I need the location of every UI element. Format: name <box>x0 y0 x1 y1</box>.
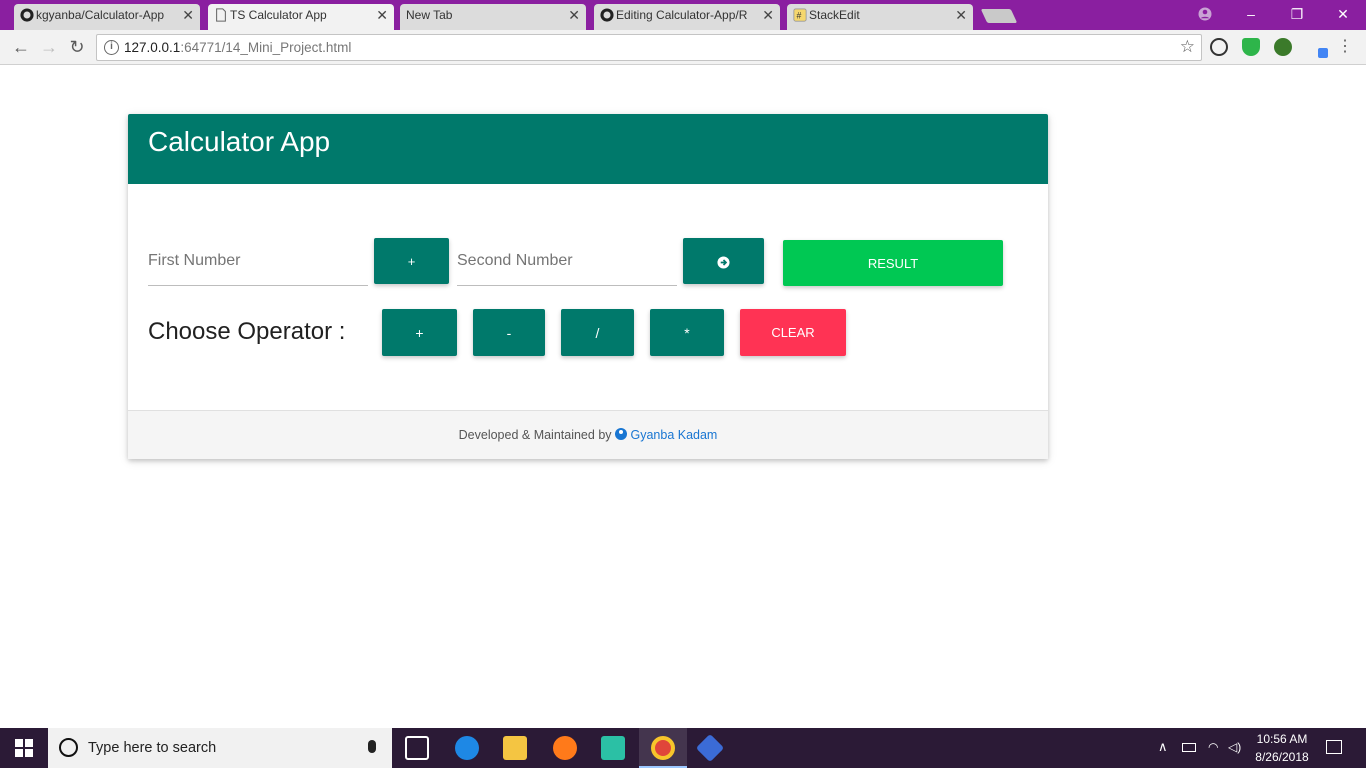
info-icon[interactable]: i <box>104 40 119 55</box>
windows-taskbar: Type here to search ∧ ◠ ◁) 10:56 AM 8/26… <box>0 728 1366 768</box>
selected-operator-button[interactable]: + <box>374 238 449 284</box>
forward-icon[interactable]: → <box>38 36 60 58</box>
tab-title: TS Calculator App <box>230 8 327 22</box>
operator-multiply-button[interactable]: * <box>650 309 724 356</box>
choose-operator-label: Choose Operator : <box>148 318 346 345</box>
app-diamond-icon[interactable] <box>695 733 725 763</box>
new-tab-button[interactable] <box>980 9 1018 23</box>
back-icon[interactable]: ← <box>10 36 32 58</box>
close-window-icon[interactable]: ✕ <box>1320 0 1366 30</box>
url-host: 127.0.0.1 <box>124 40 181 55</box>
address-bar[interactable]: i 127.0.0.1:64771/14_Mini_Project.html ☆ <box>96 34 1202 61</box>
wifi-icon[interactable]: ◠ <box>1208 740 1218 754</box>
windows-logo-icon <box>15 739 33 757</box>
tab-strip: kgyanba/Calculator-App ✕ TS Calculator A… <box>0 0 1366 30</box>
start-button[interactable] <box>0 728 48 768</box>
second-number-input[interactable] <box>457 246 677 276</box>
url-text[interactable]: 127.0.0.1:64771/14_Mini_Project.html <box>124 40 351 55</box>
tab-stackedit[interactable]: # StackEdit ✕ <box>787 4 973 30</box>
webstorm-icon[interactable] <box>601 736 625 760</box>
close-tab-icon[interactable]: ✕ <box>182 4 194 26</box>
taskbar-search-placeholder: Type here to search <box>88 740 217 756</box>
footer-text: Developed & Maintained by <box>458 428 612 442</box>
tab-title: StackEdit <box>809 8 860 22</box>
operator-plus-button[interactable]: + <box>382 309 457 356</box>
tray-chevron-icon[interactable]: ∧ <box>1158 739 1168 755</box>
file-explorer-icon[interactable] <box>503 736 527 760</box>
close-tab-icon[interactable]: ✕ <box>955 4 967 26</box>
bookmark-star-icon[interactable]: ☆ <box>1180 37 1195 57</box>
operator-minus-button[interactable]: - <box>473 309 545 356</box>
dropper-extension-icon[interactable] <box>1318 48 1328 58</box>
url-path: :64771/14_Mini_Project.html <box>180 40 352 55</box>
volume-icon[interactable]: ◁) <box>1228 740 1241 754</box>
extension-icon[interactable] <box>1210 38 1228 56</box>
tab-title: New Tab <box>406 8 453 22</box>
task-view-icon[interactable] <box>405 736 429 760</box>
app-title: Calculator App <box>148 126 331 157</box>
menu-dots-icon[interactable]: ⋮ <box>1334 36 1356 58</box>
first-number-field <box>148 238 368 286</box>
author-link[interactable]: Gyanba Kadam <box>630 428 717 442</box>
chrome-icon <box>651 736 675 760</box>
notification-icon[interactable] <box>1326 740 1342 754</box>
user-circle-icon <box>615 428 627 440</box>
document-icon <box>216 8 226 22</box>
github-icon <box>600 8 614 22</box>
clock[interactable]: 10:56 AM 8/26/2018 <box>1254 732 1310 764</box>
clock-date: 8/26/2018 <box>1255 750 1309 764</box>
tab-title: kgyanba/Calculator-App <box>36 8 165 22</box>
shield-icon[interactable] <box>1242 38 1260 56</box>
card-footer: Developed & Maintained by Gyanba Kadam <box>128 410 1048 459</box>
tab-kgyanba[interactable]: kgyanba/Calculator-App ✕ <box>14 4 200 30</box>
result-button[interactable]: RESULT <box>783 240 1003 286</box>
profile-icon[interactable] <box>1182 0 1228 30</box>
tab-editing-calculator[interactable]: Editing Calculator-App/R ✕ <box>594 4 780 30</box>
close-tab-icon[interactable]: ✕ <box>568 4 580 26</box>
stackedit-icon: # <box>793 8 807 22</box>
minimize-icon[interactable]: – <box>1228 0 1274 30</box>
edge-icon[interactable] <box>455 736 479 760</box>
battery-icon[interactable] <box>1182 743 1196 752</box>
close-tab-icon[interactable]: ✕ <box>376 4 388 26</box>
browser-toolbar: ← → ↻ i 127.0.0.1:64771/14_Mini_Project.… <box>0 30 1366 65</box>
microphone-icon[interactable] <box>368 740 376 753</box>
operator-divide-button[interactable]: / <box>561 309 634 356</box>
calculator-card: Calculator App + RESULT Choose Operator … <box>128 114 1048 459</box>
close-tab-icon[interactable]: ✕ <box>762 4 774 26</box>
clock-time: 10:56 AM <box>1256 732 1308 746</box>
reload-icon[interactable]: ↻ <box>66 36 88 58</box>
svg-text:#: # <box>797 11 802 21</box>
tab-title: Editing Calculator-App/R <box>616 8 748 22</box>
tab-new-tab[interactable]: New Tab ✕ <box>400 4 586 30</box>
second-number-field <box>457 238 677 286</box>
card-header: Calculator App <box>128 114 1048 184</box>
taskbar-search[interactable]: Type here to search <box>48 728 392 768</box>
github-icon <box>20 8 34 22</box>
restore-icon[interactable]: ❐ <box>1274 0 1320 30</box>
tab-ts-calculator[interactable]: TS Calculator App ✕ <box>208 4 394 30</box>
firefox-icon[interactable] <box>553 736 577 760</box>
arrow-circle-right-icon <box>717 255 730 269</box>
calculate-arrow-button[interactable] <box>683 238 764 284</box>
cortana-icon <box>59 738 78 757</box>
clear-button[interactable]: CLEAR <box>740 309 846 356</box>
globe-extension-icon[interactable] <box>1274 38 1292 56</box>
first-number-input[interactable] <box>148 246 368 276</box>
